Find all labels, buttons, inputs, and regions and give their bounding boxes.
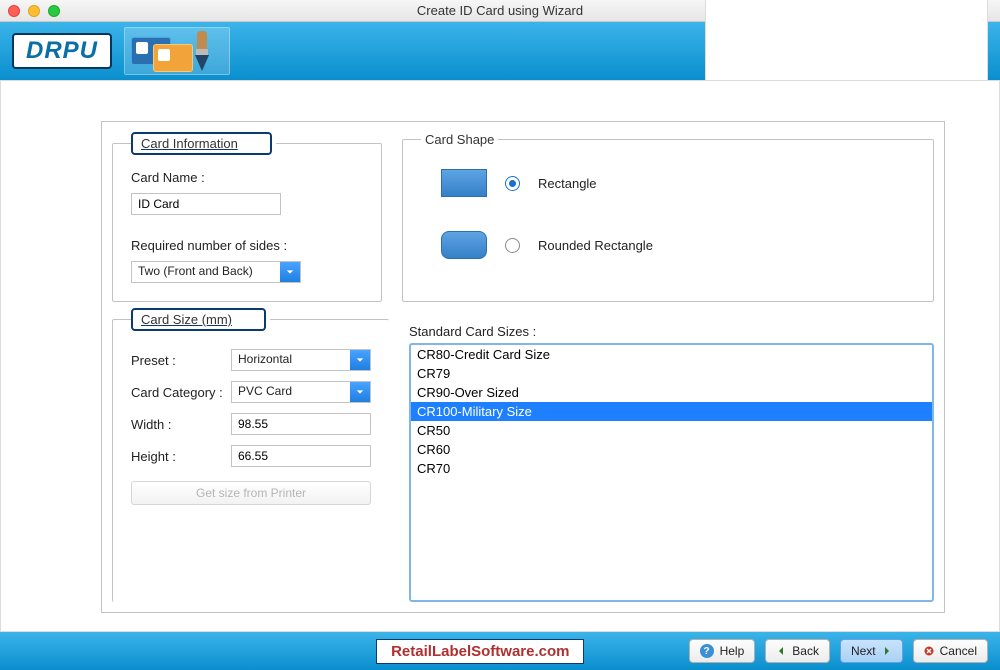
rounded-rectangle-label: Rounded Rectangle xyxy=(538,238,653,253)
standard-sizes-group: Standard Card Sizes : CR80-Credit Card S… xyxy=(409,308,934,602)
card-shape-legend: Card Shape xyxy=(421,132,498,147)
rounded-rectangle-preview-icon xyxy=(441,231,487,259)
get-size-from-printer-button[interactable]: Get size from Printer xyxy=(131,481,371,505)
height-input[interactable] xyxy=(231,445,371,467)
rectangle-radio[interactable] xyxy=(505,176,520,191)
card-size-group: Card Size (mm) Preset : Horizontal Card … xyxy=(112,308,389,602)
list-item[interactable]: CR60 xyxy=(411,440,932,459)
width-input[interactable] xyxy=(231,413,371,435)
shape-rounded-row[interactable]: Rounded Rectangle xyxy=(421,223,915,267)
width-label: Width : xyxy=(131,417,231,432)
help-icon: ? xyxy=(700,644,714,658)
preset-label: Preset : xyxy=(131,353,231,368)
logo: DRPU xyxy=(12,33,112,69)
list-item[interactable]: CR79 xyxy=(411,364,932,383)
arrow-right-icon xyxy=(882,646,892,656)
back-button[interactable]: Back xyxy=(765,639,830,663)
rectangle-preview-icon xyxy=(441,169,487,197)
sides-select[interactable]: Two (Front and Back) xyxy=(131,261,301,283)
card-information-group: Card Information Card Name : Required nu… xyxy=(112,132,382,302)
help-button[interactable]: ? Help xyxy=(689,639,756,663)
standard-sizes-label: Standard Card Sizes : xyxy=(409,324,934,339)
sides-value: Two (Front and Back) xyxy=(132,262,280,282)
category-label: Card Category : xyxy=(131,385,231,400)
list-item[interactable]: CR90-Over Sized xyxy=(411,383,932,402)
category-select[interactable]: PVC Card xyxy=(231,381,371,403)
list-item[interactable]: CR50 xyxy=(411,421,932,440)
cancel-icon xyxy=(924,646,934,656)
preset-select[interactable]: Horizontal xyxy=(231,349,371,371)
card-name-label: Card Name : xyxy=(131,170,205,185)
app-header: DRPU DRPU ID Card Designer Corporate Edi… xyxy=(0,22,1000,80)
header-icon-group xyxy=(124,27,230,75)
sides-label: Required number of sides : xyxy=(131,238,287,253)
brush-icon xyxy=(189,31,215,71)
list-item[interactable]: CR70 xyxy=(411,459,932,478)
card-info-legend: Card Information xyxy=(131,132,272,155)
chevron-down-icon xyxy=(350,350,370,370)
list-item[interactable]: CR80-Credit Card Size xyxy=(411,345,932,364)
standard-sizes-list[interactable]: CR80-Credit Card SizeCR79CR90-Over Sized… xyxy=(409,343,934,602)
retail-badge: RetailLabelSoftware.com xyxy=(376,639,584,664)
cancel-button[interactable]: Cancel xyxy=(913,639,988,663)
card-shape-group: Card Shape Rectangle Rounded Rectangle xyxy=(402,132,934,302)
rectangle-label: Rectangle xyxy=(538,176,597,191)
height-label: Height : xyxy=(131,449,231,464)
shape-rectangle-row[interactable]: Rectangle xyxy=(421,161,915,205)
chevron-down-icon xyxy=(350,382,370,402)
next-button[interactable]: Next xyxy=(840,639,903,663)
footer-bar: RetailLabelSoftware.com ? Help Back Next… xyxy=(0,632,1000,670)
card-name-input[interactable] xyxy=(131,193,281,215)
id-card-orange-icon xyxy=(153,44,193,72)
list-item[interactable]: CR100-Military Size xyxy=(411,402,932,421)
card-size-legend: Card Size (mm) xyxy=(131,308,266,331)
main-panel: Card Information Card Name : Required nu… xyxy=(0,80,1000,632)
arrow-left-icon xyxy=(776,646,786,656)
rounded-rectangle-radio[interactable] xyxy=(505,238,520,253)
chevron-down-icon xyxy=(280,262,300,282)
